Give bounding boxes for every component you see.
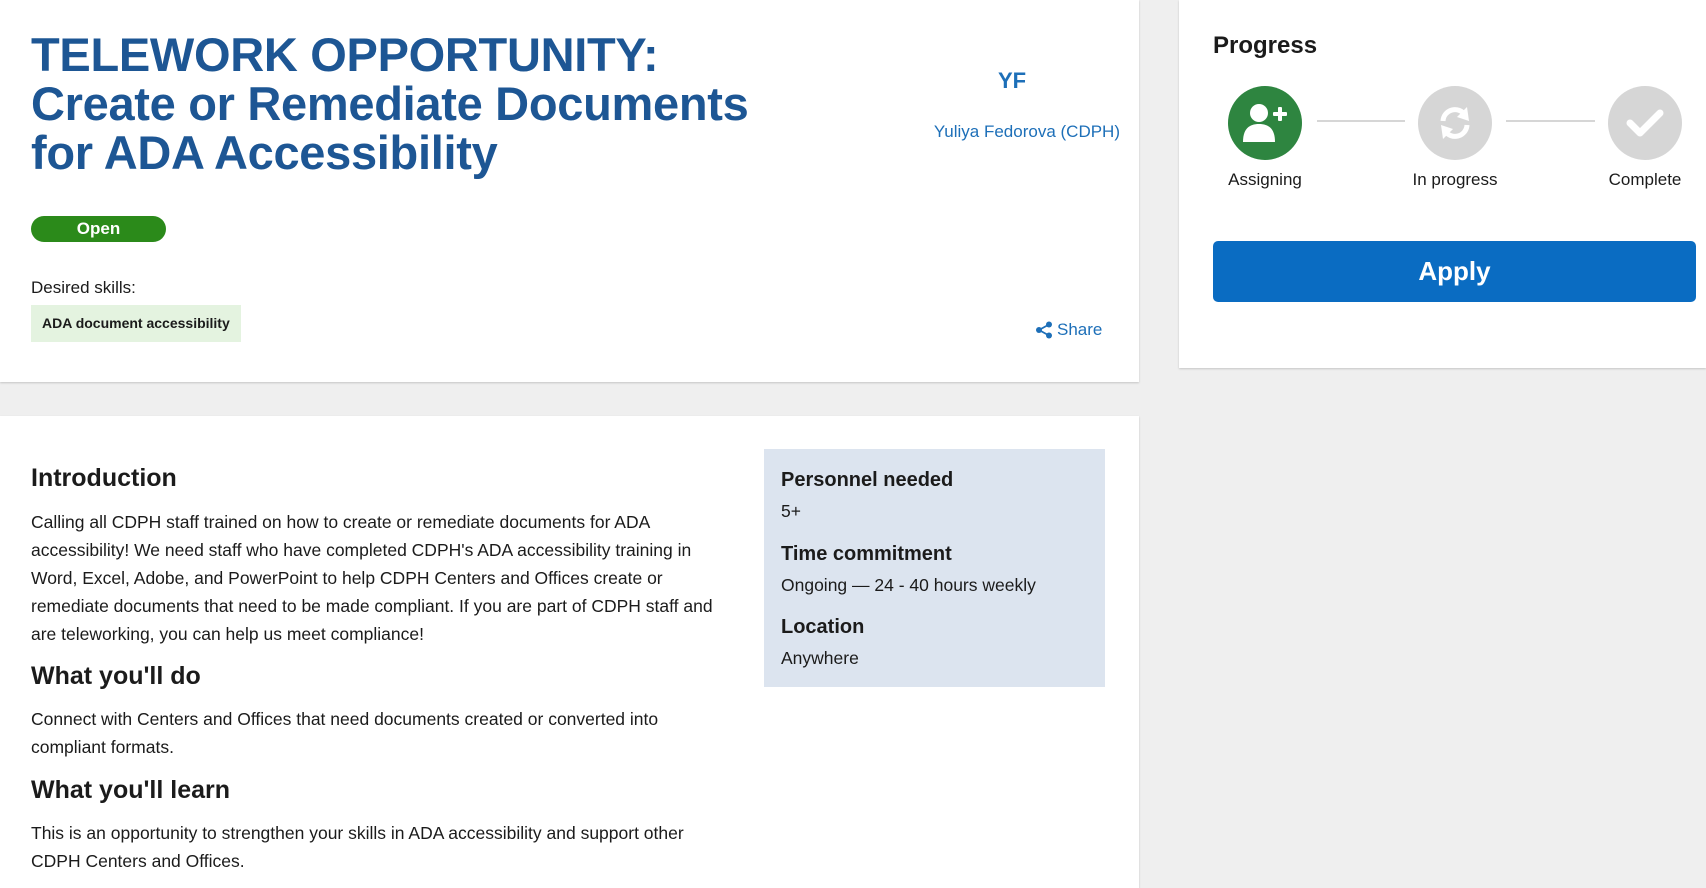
step-label: Complete [1608,170,1682,189]
progress-title: Progress [1213,32,1318,59]
section-heading-what-youll-learn: What you'll learn [31,776,231,804]
share-icon [1035,321,1053,339]
info-label-personnel: Personnel needed [781,469,954,491]
share-button[interactable]: Share [1035,320,1102,340]
page: TELEWORK OPPORTUNITY: Create or Remediat… [0,0,1706,888]
page-title: TELEWORK OPPORTUNITY: Create or Remediat… [31,30,771,177]
step-connector [1506,120,1595,122]
info-value-time-commitment: Ongoing — 24 - 40 hours weekly [781,575,1036,595]
section-heading-introduction: Introduction [31,464,177,492]
opportunity-info-box: Personnel needed 5+ Time commitment Ongo… [764,449,1105,687]
section-text-what-youll-do: Connect with Centers and Offices that ne… [31,709,659,757]
user-plus-icon [1228,86,1302,160]
title-line: Create or Remediate Documents [31,77,749,130]
progress-step-assigning: Assigning [1205,86,1325,190]
skill-tag: ADA document accessibility [31,305,241,342]
info-label-location: Location [781,616,865,638]
section-heading-what-youll-do: What you'll do [31,662,201,690]
info-value-location: Anywhere [781,648,859,668]
opportunity-details-card: Introduction Calling all CDPH staff trai… [0,416,1139,888]
apply-button[interactable]: Apply [1213,241,1696,302]
check-icon [1608,86,1682,160]
info-label-time-commitment: Time commitment [781,543,952,565]
share-label: Share [1057,320,1103,339]
desired-skills-label: Desired skills: [31,278,136,297]
sync-icon [1418,86,1492,160]
section-text-introduction: Calling all CDPH staff trained on how to… [31,512,713,644]
section-text-what-youll-learn: This is an opportunity to strengthen you… [31,823,684,871]
opportunity-header-card: TELEWORK OPPORTUNITY: Create or Remediat… [0,0,1139,382]
info-value-personnel: 5+ [781,501,801,521]
step-connector [1317,120,1405,122]
title-line: TELEWORK OPPORTUNITY: [31,28,659,81]
status-badge: Open [31,216,166,242]
owner-avatar-initials: YF [997,68,1027,93]
progress-card: Progress Assigning In progress Complete … [1179,0,1706,368]
step-label: Assigning [1228,170,1302,189]
progress-step-complete: Complete [1585,86,1705,190]
step-label: In progress [1412,170,1498,189]
progress-step-in-progress: In progress [1395,86,1515,190]
title-line: for ADA Accessibility [31,126,498,179]
owner-name-link[interactable]: Yuliya Fedorova (CDPH) [900,122,1120,142]
